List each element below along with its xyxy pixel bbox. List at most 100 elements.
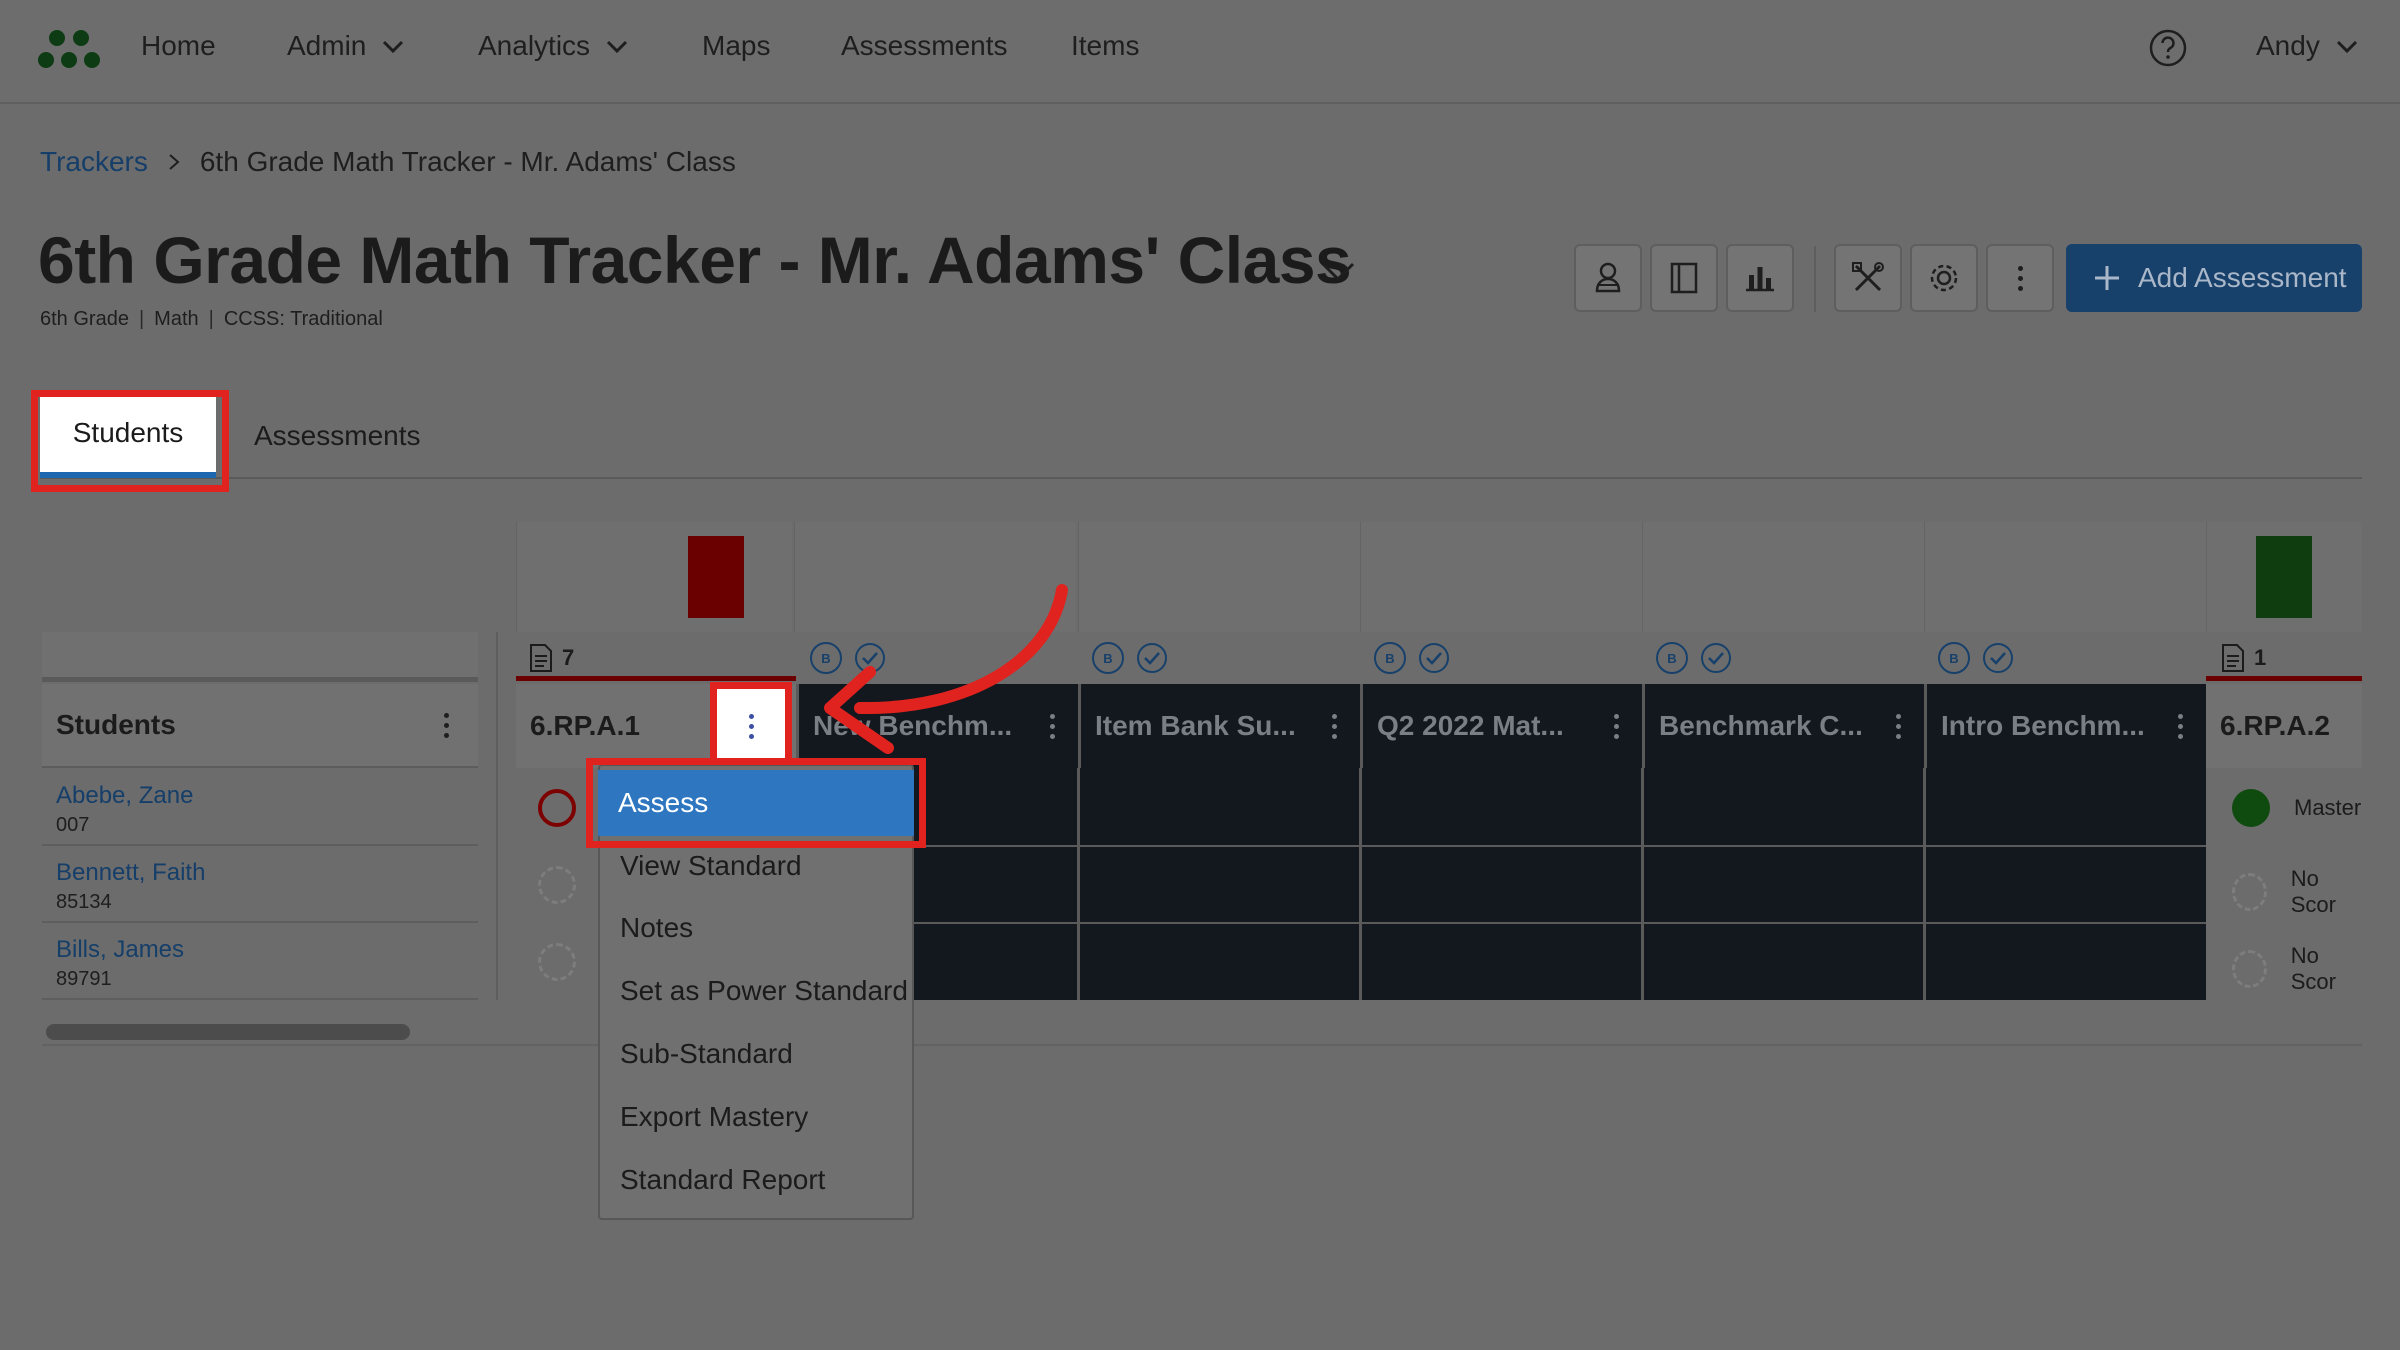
mastery-indicator bbox=[2232, 950, 2267, 988]
mastery-cell[interactable] bbox=[538, 789, 576, 827]
cell-divider bbox=[796, 922, 2206, 924]
column-header-assessment[interactable]: Benchmark C... bbox=[1642, 684, 1924, 768]
student-name-link[interactable]: Abebe, Zane bbox=[56, 782, 478, 810]
horizontal-scrollbar[interactable] bbox=[46, 1024, 410, 1040]
user-menu[interactable]: Andy bbox=[2256, 30, 2360, 62]
layout-view-button[interactable] bbox=[1650, 244, 1718, 312]
kebab-icon[interactable] bbox=[1894, 713, 1902, 739]
assessment-count-value: 7 bbox=[562, 645, 575, 670]
mastery-cell[interactable] bbox=[538, 866, 576, 904]
nav-home[interactable]: Home bbox=[141, 30, 216, 62]
column-meta: 7 bbox=[528, 636, 574, 680]
student-id: 85134 bbox=[56, 891, 112, 913]
meta-separator: | bbox=[138, 308, 145, 330]
settings-button[interactable] bbox=[1910, 244, 1978, 312]
column-meta: B bbox=[1656, 636, 1732, 680]
nav-maps[interactable]: Maps bbox=[702, 30, 770, 62]
page-title: 6th Grade Math Tracker - Mr. Adams' Clas… bbox=[38, 223, 1352, 297]
nav-admin-label: Admin bbox=[287, 30, 367, 61]
column-summary bbox=[1360, 522, 1642, 632]
breadcrumb-current: 6th Grade Math Tracker - Mr. Adams' Clas… bbox=[199, 146, 736, 177]
student-name-link[interactable]: Bennett, Faith bbox=[56, 859, 478, 887]
column-accent-line bbox=[2206, 676, 2362, 681]
benchmark-badge: B bbox=[1374, 642, 1406, 674]
column-header-label: Benchmark C... bbox=[1659, 710, 1863, 741]
tools-button[interactable] bbox=[1834, 244, 1902, 312]
column-header-label: Item Bank Su... bbox=[1095, 710, 1296, 741]
kebab-icon[interactable] bbox=[442, 712, 450, 738]
column-header-label: Intro Benchm... bbox=[1941, 710, 2145, 741]
cell-divider bbox=[796, 845, 2206, 847]
check-circle-icon bbox=[1701, 643, 1731, 673]
highlight-box bbox=[31, 390, 229, 492]
chart-view-button[interactable] bbox=[1726, 244, 1794, 312]
grade-label: 6th Grade bbox=[40, 308, 129, 330]
assessment-score-cells bbox=[796, 768, 2206, 1000]
mastery-status: No Scor bbox=[2290, 943, 2336, 994]
benchmark-badge: B bbox=[1092, 642, 1124, 674]
mastery-bar bbox=[2256, 536, 2312, 618]
cell-divider bbox=[1359, 768, 1362, 1000]
bar-chart-icon bbox=[1746, 267, 1774, 292]
column-header-label: 6.RP.A.2 bbox=[2220, 710, 2330, 741]
nav-items[interactable]: Items bbox=[1071, 30, 1139, 62]
menu-item-sub-standard[interactable]: Sub-Standard bbox=[620, 1038, 793, 1070]
column-header-assessment[interactable]: Intro Benchm... bbox=[1924, 684, 2206, 768]
mastery-cell[interactable]: Master bbox=[2232, 789, 2362, 827]
benchmark-badge: B bbox=[1656, 642, 1688, 674]
column-header-assessment[interactable]: Item Bank Su... bbox=[1078, 684, 1360, 768]
cell-divider bbox=[1077, 768, 1080, 1000]
tab-assessments-label: Assessments bbox=[254, 420, 421, 451]
mastery-cell[interactable]: No Scor bbox=[2232, 866, 2362, 918]
assessment-count-value: 1 bbox=[2254, 645, 2267, 670]
kebab-icon[interactable] bbox=[1612, 713, 1620, 739]
breadcrumb-trackers-link[interactable]: Trackers bbox=[40, 146, 148, 178]
column-separator bbox=[496, 632, 498, 1000]
chevron-down-icon[interactable] bbox=[1318, 256, 1358, 286]
column-meta: 1 bbox=[2220, 636, 2266, 680]
subject-label: Math bbox=[154, 308, 199, 330]
column-header-assessment[interactable]: Q2 2022 Mat... bbox=[1360, 684, 1642, 768]
column-summary bbox=[1642, 522, 1924, 632]
assessment-count: 7 bbox=[528, 643, 574, 673]
check-circle-icon bbox=[1137, 643, 1167, 673]
menu-item-notes[interactable]: Notes bbox=[620, 912, 693, 944]
nav-assessments[interactable]: Assessments bbox=[841, 30, 1008, 62]
column-meta: B bbox=[1092, 636, 1168, 680]
logo-icon[interactable] bbox=[36, 26, 102, 70]
add-assessment-button[interactable]: Add Assessment bbox=[2066, 244, 2362, 312]
mastery-cell[interactable] bbox=[538, 943, 576, 981]
help-icon[interactable] bbox=[2148, 28, 2188, 68]
column-summary bbox=[1924, 522, 2206, 632]
menu-item-view-standard[interactable]: View Standard bbox=[620, 850, 802, 882]
mastery-cell[interactable]: No Scor bbox=[2232, 943, 2362, 995]
mastery-indicator bbox=[2232, 873, 2267, 911]
tracker-metadata: 6th Grade | Math | CCSS: Traditional bbox=[40, 308, 383, 331]
more-options-button[interactable] bbox=[1986, 244, 2054, 312]
nav-assessments-label: Assessments bbox=[841, 30, 1008, 61]
table-row: Abebe, Zane 007 bbox=[42, 770, 478, 846]
column-header-standard[interactable]: 6.RP.A.2 bbox=[2206, 684, 2362, 768]
student-name-link[interactable]: Bills, James bbox=[56, 936, 478, 964]
toolbar-divider bbox=[1814, 246, 1816, 312]
nav-home-label: Home bbox=[141, 30, 216, 61]
cell-divider bbox=[1923, 768, 1926, 1000]
menu-item-export-mastery[interactable]: Export Mastery bbox=[620, 1101, 808, 1133]
menu-item-standard-report[interactable]: Standard Report bbox=[620, 1164, 825, 1196]
student-view-button[interactable] bbox=[1574, 244, 1642, 312]
kebab-icon[interactable] bbox=[1330, 713, 1338, 739]
nav-admin[interactable]: Admin bbox=[287, 30, 406, 62]
chevron-right-icon bbox=[169, 154, 180, 170]
nav-items-label: Items bbox=[1071, 30, 1140, 61]
kebab-icon bbox=[2016, 265, 2024, 291]
tab-assessments[interactable]: Assessments bbox=[254, 420, 421, 452]
mastery-indicator bbox=[2232, 789, 2270, 827]
horizontal-scroll-track bbox=[42, 1044, 2362, 1046]
column-meta: B bbox=[1938, 636, 2014, 680]
table-row: Bills, James 89791 bbox=[42, 924, 478, 1000]
chevron-down-icon bbox=[606, 40, 628, 54]
menu-item-set-power-standard[interactable]: Set as Power Standard bbox=[620, 975, 908, 1007]
nav-analytics[interactable]: Analytics bbox=[478, 30, 630, 62]
kebab-icon[interactable] bbox=[2176, 713, 2184, 739]
mastery-status: Master bbox=[2294, 795, 2362, 820]
